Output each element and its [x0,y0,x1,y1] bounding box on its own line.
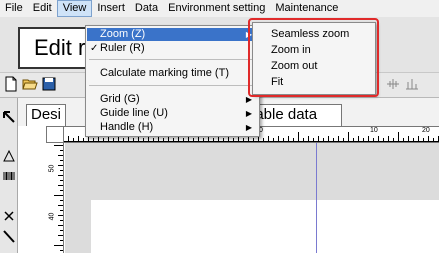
barcode-tool-icon[interactable] [2,168,16,184]
menu-separator [89,59,256,60]
line-tool-icon[interactable] [2,228,16,244]
view-menu: Zoom (Z) ▶ ✓ Ruler (R) Calculate marking… [85,25,260,137]
menu-item-grid-label: Grid (G) [100,93,140,105]
menu-item-calculate-marking-time[interactable]: Calculate marking time (T) [87,67,258,80]
tab-design[interactable]: Desi [26,104,66,126]
ruler-label: 10 [370,127,378,134]
submenu-arrow-icon: ▶ [245,109,252,118]
menu-bar: File Edit View Insert Data Environment s… [0,0,439,17]
page-title: Edit r [34,35,86,60]
menu-file[interactable]: File [0,0,28,17]
ruler-label: 40 [48,212,56,221]
new-file-icon[interactable] [3,76,19,92]
menu-item-zoom-label: Zoom (Z) [100,28,146,40]
select-arrow-icon[interactable] [2,110,16,126]
menu-data[interactable]: Data [130,0,163,17]
tab-design-label: Desi [31,106,62,123]
open-folder-icon[interactable] [22,76,38,92]
distribute-icon[interactable] [404,76,420,92]
submenu-arrow-icon: ▶ [245,123,252,132]
print-sheet[interactable] [91,200,439,253]
ruler-label: 50 [48,164,56,173]
menu-item-calc-label: Calculate marking time (T) [100,67,229,79]
menu-environment-setting[interactable]: Environment setting [163,0,270,17]
menu-maintenance[interactable]: Maintenance [270,0,343,17]
tab-variable-data[interactable]: riable data [246,104,342,126]
menu-item-guide-line[interactable]: Guide line (U) ▶ [87,107,258,120]
menu-item-guide-label: Guide line (U) [100,107,168,119]
ruler-label: 20 [422,127,430,134]
menu-edit[interactable]: Edit [28,0,57,17]
align-icon[interactable] [385,76,401,92]
callout-highlight [248,18,379,97]
menu-item-ruler[interactable]: ✓ Ruler (R) [87,42,258,55]
menu-item-grid[interactable]: Grid (G) ▶ [87,93,258,106]
menu-insert[interactable]: Insert [92,0,130,17]
menu-separator [89,85,256,86]
save-icon[interactable] [41,76,57,92]
triangle-tool-icon[interactable] [2,148,16,164]
menu-item-handle[interactable]: Handle (H) ▶ [87,121,258,134]
ruler-corner [46,126,64,143]
menu-item-zoom[interactable]: Zoom (Z) ▶ [87,28,258,41]
menu-view[interactable]: View [56,0,93,17]
menu-item-ruler-label: Ruler (R) [100,42,145,54]
vertical-ruler: 50 40 [46,143,64,253]
cross-tool-icon[interactable] [2,208,16,224]
menu-item-handle-label: Handle (H) [100,121,154,133]
guide-line[interactable] [316,143,317,253]
check-icon: ✓ [90,43,99,54]
